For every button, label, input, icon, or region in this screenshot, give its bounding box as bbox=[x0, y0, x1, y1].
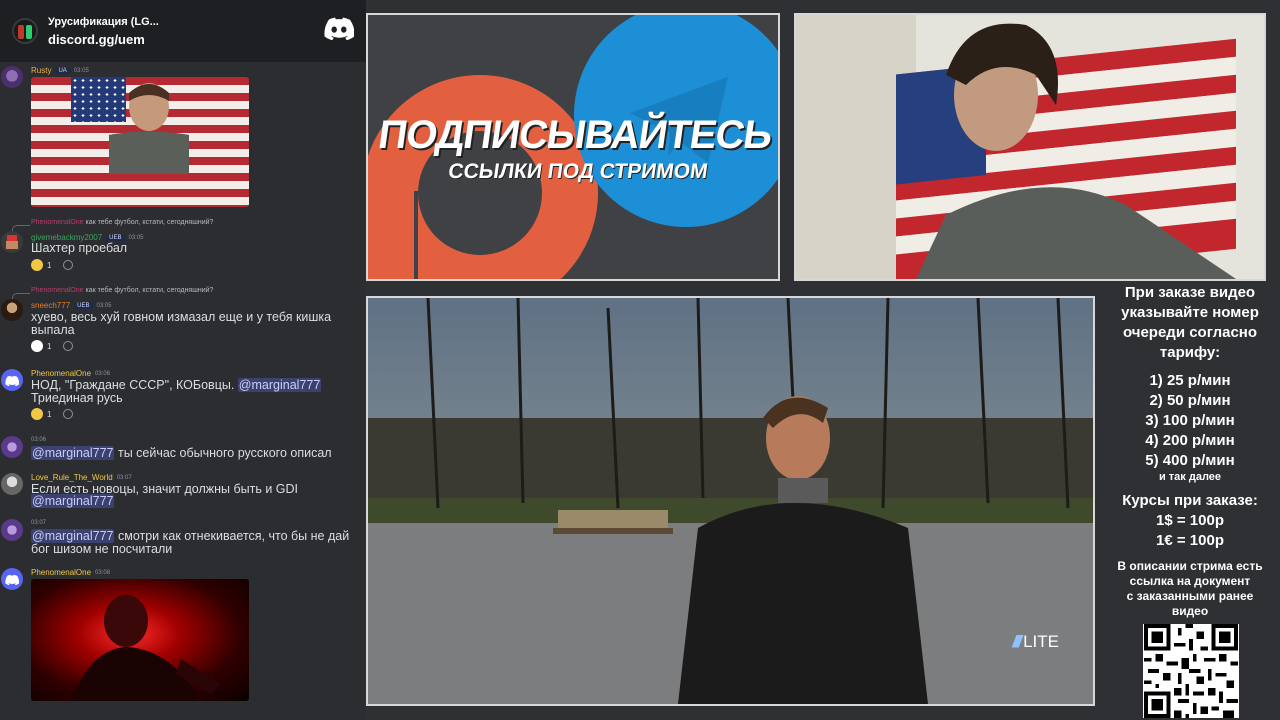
user-mention[interactable]: @marginal777 bbox=[237, 378, 322, 392]
username[interactable]: PhenomenalOne bbox=[31, 369, 91, 378]
message-text: @marginal777 bbox=[31, 494, 366, 508]
reaction[interactable]: 1 bbox=[31, 259, 74, 271]
rates-section: Курсы при заказе: 1$ = 100р 1€ = 100р bbox=[1100, 491, 1280, 551]
doc-note-line: В описании стрима есть bbox=[1117, 559, 1263, 573]
laugh-emoji-icon bbox=[31, 408, 43, 420]
timestamp: 03:06 bbox=[31, 437, 47, 443]
lite-logo-icon: //// bbox=[1012, 632, 1022, 651]
reaction-count: 1 bbox=[47, 260, 52, 270]
timestamp: 03:05 bbox=[128, 234, 144, 241]
discord-chat-overlay: Урусификация (LG... discord.gg/uem Rusty… bbox=[0, 0, 366, 720]
message-text: хуево, весь хуй говном измазал еще и у т… bbox=[31, 310, 332, 324]
skull-emoji-icon bbox=[31, 340, 43, 352]
add-reaction-icon[interactable] bbox=[63, 341, 74, 351]
order-heading-line: При заказе видео bbox=[1124, 284, 1256, 301]
reaction[interactable]: 1 bbox=[31, 340, 74, 352]
reply-text: как тебе футбол, кстати, сегодняшний? bbox=[85, 219, 214, 226]
doc-note-line: видео bbox=[1171, 604, 1209, 618]
server-icon bbox=[12, 18, 38, 44]
message-text: выпала bbox=[31, 323, 75, 337]
message-text-part: НОД, "Граждане СССР", КОБовцы. bbox=[31, 378, 235, 392]
webcam-scene bbox=[796, 15, 1264, 279]
timestamp: 03:08 bbox=[95, 569, 111, 576]
silhouette-image bbox=[71, 595, 221, 701]
add-reaction-icon[interactable] bbox=[63, 260, 74, 270]
doc-note: В описании стрима есть ссылка на докумен… bbox=[1100, 559, 1280, 619]
reply-username: PhenomenalOne bbox=[31, 219, 84, 226]
rate-item: 1$ = 100р bbox=[1156, 512, 1224, 529]
user-avatar-icon bbox=[1, 436, 23, 458]
user-mention[interactable]: @marginal777 bbox=[31, 529, 115, 543]
tariff-item: 5) 400 р/мин bbox=[1145, 452, 1235, 469]
user-mention[interactable]: @marginal777 bbox=[31, 446, 115, 460]
promo-subheadline: ССЫЛКИ ПОД СТРИМОМ bbox=[446, 160, 710, 183]
reply-preview[interactable]: PhenomenalOne как тебе футбол, кстати, с… bbox=[31, 287, 213, 294]
webcam-feed bbox=[794, 13, 1266, 281]
discord-avatar-icon bbox=[1, 568, 23, 590]
rate-item: 1€ = 100р bbox=[1156, 532, 1224, 549]
message-text-part: ты сейчас обычного русского описал bbox=[117, 446, 332, 460]
tariff-item: 1) 25 р/мин bbox=[1149, 372, 1231, 389]
timestamp: 03:07 bbox=[31, 520, 47, 526]
lite-badge-text: LITE bbox=[1023, 632, 1059, 651]
lite-badge: //// LITE bbox=[1012, 632, 1059, 652]
discord-logo-icon bbox=[324, 17, 354, 40]
tariff-list: 1) 25 р/мин 2) 50 р/мин 3) 100 р/мин 4) … bbox=[1100, 371, 1280, 483]
order-heading-line: очереди согласно bbox=[1122, 324, 1258, 341]
promo-banner: ПОДПИСЫВАЙТЕСЬ ССЫЛКИ ПОД СТРИМОМ bbox=[366, 13, 780, 281]
username[interactable]: PhenomenalOne bbox=[31, 568, 91, 577]
tariff-item: 4) 200 р/мин bbox=[1145, 432, 1235, 449]
reply-preview[interactable]: PhenomenalOne как тебе футбол, кстати, с… bbox=[31, 219, 213, 226]
image-attachment[interactable] bbox=[31, 77, 249, 207]
qr-code[interactable] bbox=[1143, 624, 1239, 718]
user-avatar-icon bbox=[1, 519, 23, 541]
reply-text: как тебе футбол, кстати, сегодняшний? bbox=[85, 287, 214, 294]
person-image bbox=[109, 83, 189, 174]
timestamp: 03:07 bbox=[116, 474, 132, 481]
message-text-part: смотри как отнекивается, что бы не дай bbox=[117, 529, 350, 543]
user-avatar-icon bbox=[1, 66, 23, 88]
tariff-item: 3) 100 р/мин bbox=[1145, 412, 1235, 429]
user-mention[interactable]: @marginal777 bbox=[31, 494, 115, 508]
reaction-count: 1 bbox=[47, 409, 52, 419]
message-text: Триединая русь bbox=[31, 391, 123, 405]
video-frame bbox=[368, 298, 1093, 704]
message-text: бог шизом не посчитали bbox=[31, 542, 173, 556]
tariff-etc: и так далее bbox=[1158, 471, 1222, 483]
user-avatar-icon bbox=[1, 231, 23, 253]
promo-headline: ПОДПИСЫВАЙТЕСЬ bbox=[375, 113, 775, 157]
order-info-panel: При заказе видео указывайте номер очеред… bbox=[1100, 283, 1280, 619]
clan-tag: UEB bbox=[74, 302, 93, 309]
doc-note-line: ссылка на документ bbox=[1129, 574, 1251, 588]
server-header[interactable]: Урусификация (LG... discord.gg/uem bbox=[0, 0, 366, 62]
main-video[interactable]: //// LITE bbox=[366, 296, 1095, 706]
server-invite-link[interactable]: discord.gg/uem bbox=[48, 32, 159, 47]
user-avatar-icon bbox=[1, 473, 23, 495]
image-attachment[interactable] bbox=[31, 579, 249, 701]
username[interactable]: Rusty bbox=[31, 66, 51, 75]
timestamp: 03:06 bbox=[95, 370, 111, 377]
flag-tag: UA bbox=[55, 67, 70, 74]
tariff-item: 2) 50 р/мин bbox=[1149, 392, 1231, 409]
username[interactable]: Love_Rule_The_World bbox=[31, 473, 113, 482]
doc-note-line: с заказанными ранее bbox=[1126, 589, 1254, 603]
user-avatar-icon bbox=[1, 299, 23, 321]
discord-avatar-icon bbox=[1, 369, 23, 391]
message-text: @marginal777 ты сейчас обычного русского… bbox=[31, 446, 366, 460]
server-name: Урусификация (LG... bbox=[48, 15, 159, 28]
message-text: Шахтер проебал bbox=[31, 241, 128, 255]
order-heading-line: указывайте номер bbox=[1121, 304, 1259, 321]
rates-title: Курсы при заказе: bbox=[1122, 492, 1258, 509]
add-reaction-icon[interactable] bbox=[63, 409, 74, 419]
order-heading: При заказе видео указывайте номер очеред… bbox=[1100, 283, 1280, 363]
clan-tag: UEB bbox=[106, 234, 125, 241]
reaction[interactable]: 1 bbox=[31, 408, 74, 420]
reply-username: PhenomenalOne bbox=[31, 287, 84, 294]
crown-emoji-icon bbox=[31, 259, 43, 271]
order-heading-line: тарифу: bbox=[1159, 344, 1221, 361]
timestamp: 03:05 bbox=[96, 302, 112, 309]
timestamp: 03:05 bbox=[73, 67, 89, 74]
username[interactable]: sneech777 bbox=[31, 301, 70, 310]
reaction-count: 1 bbox=[47, 341, 52, 351]
